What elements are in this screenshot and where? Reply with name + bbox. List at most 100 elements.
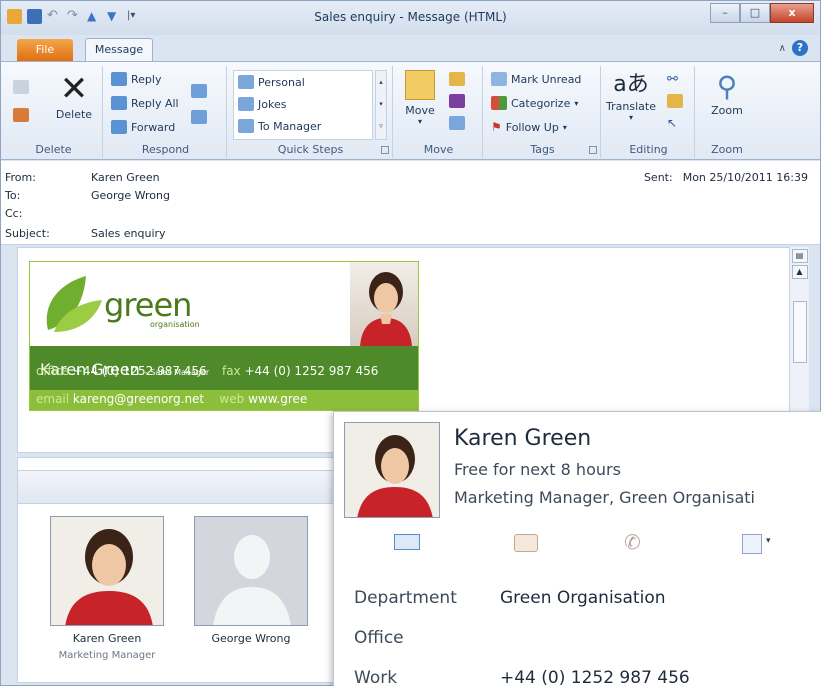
move-button[interactable]: Move ▾	[399, 70, 441, 126]
signature-line-2: email kareng@greenorg.net web www.gree	[36, 392, 307, 406]
person-name-george[interactable]: George Wrong	[176, 632, 326, 645]
tab-file[interactable]: File	[17, 39, 73, 61]
contact-card-actions: ✆ ▾	[334, 526, 821, 566]
translate-button[interactable]: aあ Translate ▾	[605, 70, 657, 122]
delete-group: ✕ Delete Delete	[5, 66, 103, 158]
rules-icon[interactable]	[449, 72, 465, 86]
title-bar: ↶ ↷ ▲ ▼ |▾ Sales enquiry - Message (HTML…	[1, 1, 820, 35]
contact-card-photo	[344, 422, 440, 518]
contact-field-department: Department Green Organisation	[354, 588, 666, 608]
delete-button[interactable]: ✕ Delete	[49, 70, 99, 121]
mark-unread-button[interactable]: Mark Unread	[491, 72, 581, 86]
editing-group-label: Editing	[629, 143, 668, 156]
from-row: From: Karen Green	[5, 171, 160, 184]
scroll-thumb[interactable]	[792, 301, 807, 363]
meeting-icon[interactable]	[191, 84, 207, 98]
cleanup-icon[interactable]	[13, 108, 29, 122]
instant-message-icon[interactable]	[514, 534, 538, 552]
from-value[interactable]: Karen Green	[91, 171, 160, 184]
related-icon[interactable]	[667, 94, 683, 108]
contact-field-label: Work	[354, 668, 398, 686]
quick-step-to-manager[interactable]: To Manager	[238, 119, 321, 133]
web-label: web	[219, 392, 245, 406]
more-respond-icon[interactable]	[191, 110, 207, 124]
categorize-label: Categorize	[511, 96, 571, 110]
message-header: From: Karen Green To: George Wrong Cc: S…	[1, 161, 820, 245]
brand-subtitle: organisation	[150, 320, 200, 329]
quick-step-icon	[238, 119, 254, 133]
fax-value: +44 (0) 1252 987 456	[244, 364, 379, 378]
select-icon[interactable]: ↖	[667, 116, 677, 130]
person-title-karen: Marketing Manager	[58, 650, 156, 661]
web-link[interactable]: www.gree	[248, 392, 307, 406]
person-photo-george[interactable]	[194, 516, 308, 626]
tags-launcher[interactable]	[589, 146, 597, 154]
office-value: +44 (0) 1252 987 456	[72, 364, 207, 378]
quick-steps-group: Personal Jokes To Manager ▴ ▾ ▿ Quick Step…	[229, 66, 393, 158]
categorize-icon	[491, 96, 507, 110]
delete-x-icon: ✕	[59, 69, 89, 109]
ignore-icon[interactable]	[13, 80, 29, 94]
from-label: From:	[5, 171, 36, 184]
chevron-down-icon[interactable]: ▾	[766, 536, 771, 546]
zoom-button[interactable]: ⚲ Zoom	[701, 70, 753, 117]
reply-icon	[111, 72, 127, 86]
delete-button-label: Delete	[55, 108, 93, 121]
email-icon[interactable]	[394, 534, 420, 550]
leaf-logo-icon	[46, 276, 102, 332]
close-button[interactable]: x	[770, 3, 814, 23]
quick-step-label: Jokes	[258, 97, 287, 111]
onenote-icon[interactable]	[449, 94, 465, 108]
window-controls: – □ x	[710, 3, 814, 23]
contact-field-label: Office	[354, 628, 404, 648]
to-value[interactable]: George Wrong	[91, 189, 170, 202]
portrait-image	[51, 517, 163, 625]
reply-all-label: Reply All	[131, 96, 179, 110]
minimize-ribbon-icon[interactable]: ∧	[779, 43, 786, 54]
forward-label: Forward	[131, 120, 176, 134]
reading-pane-icon[interactable]: ▤	[791, 249, 808, 263]
help-icon[interactable]: ?	[792, 40, 808, 56]
quick-step-jokes[interactable]: Jokes	[238, 97, 286, 111]
contact-card-role: Marketing Manager, Green Organisati	[454, 488, 755, 507]
more-options-icon[interactable]	[742, 534, 762, 554]
delete-group-label: Delete	[35, 143, 72, 156]
person-name-karen[interactable]: Karen Green	[32, 632, 182, 645]
email-link[interactable]: kareng@greenorg.net	[73, 392, 204, 406]
zoom-label: Zoom	[711, 104, 743, 117]
quick-steps-launcher[interactable]	[381, 146, 389, 154]
flag-icon: ⚑	[491, 120, 502, 134]
move-group-label: Move	[423, 143, 454, 156]
magnifier-icon: ⚲	[716, 70, 738, 103]
forward-button[interactable]: Forward	[111, 120, 175, 134]
reply-button[interactable]: Reply	[111, 72, 161, 86]
quick-step-icon	[238, 97, 254, 111]
follow-up-label: Follow Up	[505, 120, 559, 134]
respond-group-label: Respond	[141, 143, 190, 156]
zoom-group: ⚲ Zoom Zoom	[697, 66, 757, 158]
person-photo-karen[interactable]	[50, 516, 164, 626]
phone-icon[interactable]: ✆	[624, 530, 641, 554]
editing-group: aあ Translate ▾ ⚯ ↖ Editing	[603, 66, 695, 158]
follow-up-button[interactable]: ⚑ Follow Up ▾	[491, 120, 567, 134]
quick-steps-scroll[interactable]: ▴ ▾ ▿	[375, 70, 387, 140]
reply-all-button[interactable]: Reply All	[111, 96, 179, 110]
portrait-image	[345, 423, 439, 517]
minimize-button[interactable]: –	[710, 3, 740, 23]
quick-step-personal[interactable]: Personal	[238, 75, 305, 89]
find-icon[interactable]: ⚯	[667, 72, 678, 87]
contact-field-value[interactable]: +44 (0) 1252 987 456	[500, 668, 690, 686]
help-area: ∧ ?	[779, 40, 808, 56]
categorize-button[interactable]: Categorize ▾	[491, 96, 578, 110]
move-group: Move ▾ Move	[395, 66, 483, 158]
mark-unread-label: Mark Unread	[511, 72, 582, 86]
tab-message[interactable]: Message	[85, 38, 153, 62]
scroll-up-icon[interactable]: ▲	[791, 265, 808, 279]
translate-label: Translate	[606, 100, 656, 113]
sent-label: Sent:	[643, 171, 673, 184]
maximize-button[interactable]: □	[740, 3, 770, 23]
brand-wordmark: green	[104, 286, 192, 324]
chevron-down-icon: ▾	[562, 122, 567, 132]
actions-icon[interactable]	[449, 116, 465, 130]
ribbon-tabs: File Message ∧ ?	[1, 35, 820, 62]
